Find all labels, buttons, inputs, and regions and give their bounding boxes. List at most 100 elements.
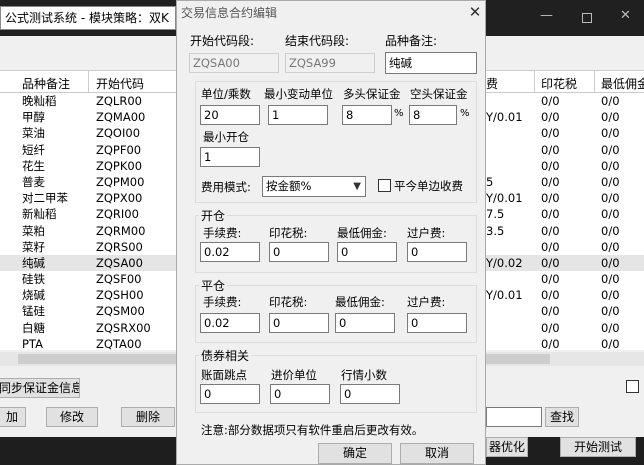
optimize-button[interactable]: 器优化 [486, 437, 528, 457]
scrollbar-thumb[interactable] [486, 354, 550, 364]
table-row[interactable]: 晚籼稻 ZQLR00 [0, 93, 176, 109]
cell-min-commission: 0/0 [601, 110, 620, 125]
min-tick-input[interactable]: 1 [268, 105, 328, 125]
cancel-button[interactable]: 取消 [400, 443, 474, 464]
close-fee-input[interactable]: 0.02 [200, 313, 260, 333]
search-button[interactable]: 查找 [545, 407, 579, 427]
close-icon[interactable]: ✕ [463, 1, 487, 23]
table-row[interactable]: PTA ZQTA00 [0, 336, 176, 352]
table-row[interactable]: 白糖 ZQSRX00 [0, 320, 176, 336]
table-row[interactable]: Y/0.01 0/0 0/0 [486, 287, 644, 303]
cell-stamp-tax: 0/0 [541, 191, 560, 206]
min-open-label: 最小开仓 [203, 130, 249, 144]
column-header-remark[interactable]: 品种备注 [22, 75, 70, 92]
table-row[interactable]: 烧碱 ZQSH00 [0, 287, 176, 303]
table-row[interactable]: 0/0 0/0 [486, 93, 644, 109]
open-stamp-input[interactable]: 0 [269, 242, 329, 262]
price-unit-label: 进价单位 [271, 368, 317, 382]
table-row[interactable]: 菜油 ZQOI00 [0, 125, 176, 141]
cell-stamp-tax: 0/0 [541, 304, 560, 319]
open-transfer-input[interactable]: 0 [407, 242, 467, 262]
delete-button[interactable]: 删除 [121, 407, 175, 427]
open-min-comm-input[interactable]: 0 [337, 242, 397, 262]
cell-min-commission: 0/0 [601, 320, 620, 335]
table-row[interactable]: 0/0 0/0 [486, 125, 644, 141]
column-header-min-commission[interactable]: 最低佣金 [601, 75, 644, 92]
cell-stamp-tax: 0/0 [541, 239, 560, 254]
table-row[interactable]: 0/0 0/0 [486, 303, 644, 319]
cell-stamp-tax: 0/0 [541, 174, 560, 189]
cell-stamp-tax: 0/0 [541, 126, 560, 141]
table-row[interactable]: Y/0.01 0/0 0/0 [486, 190, 644, 206]
table-row[interactable]: 花生 ZQPK00 [0, 158, 176, 174]
table-row[interactable]: 硅铁 ZQSF00 [0, 271, 176, 287]
table-row[interactable]: 0/0 0/0 [486, 336, 644, 352]
table-row[interactable]: 菜籽 ZQRS00 [0, 239, 176, 255]
table-row[interactable]: 普麦 ZQPM00 [0, 174, 176, 190]
open-fee-label: 手续费: [203, 226, 242, 240]
cell-stamp-tax: 0/0 [541, 336, 560, 351]
option-checkbox[interactable] [626, 380, 639, 393]
close-icon[interactable]: ✕ [620, 8, 631, 23]
start-test-button[interactable]: 开始测试 [560, 437, 636, 457]
unit-input[interactable]: 20 [200, 105, 260, 125]
column-header-fee[interactable]: 费 [486, 75, 498, 92]
chevron-down-icon: ▼ [353, 181, 361, 192]
table-row[interactable]: 新籼稻 ZQRI00 [0, 206, 176, 222]
cell-remark: 烧碱 [22, 288, 45, 303]
close-group-title: 平仓 [199, 277, 228, 294]
price-unit-input[interactable]: 0 [270, 384, 330, 404]
table-row[interactable]: 0/0 0/0 [486, 142, 644, 158]
tick-input[interactable]: 0 [200, 384, 260, 404]
edit-button[interactable]: 修改 [46, 407, 98, 427]
maximize-icon[interactable] [582, 13, 592, 23]
table-header: 费 印花税 最低佣金 [486, 71, 644, 93]
table-row[interactable]: 纯碱 ZQSA00 [0, 254, 176, 272]
open-fee-input[interactable]: 0.02 [200, 242, 260, 262]
contract-edit-dialog: 交易信息合约编辑 ✕ 开始代码段: ZQSA00 结束代码段: ZQSA99 品… [176, 0, 486, 465]
column-header-stamp-tax[interactable]: 印花税 [541, 75, 577, 92]
table-row[interactable]: 0/0 0/0 [486, 239, 644, 255]
scrollbar-thumb[interactable] [18, 354, 176, 364]
table-row[interactable]: 对二甲苯 ZQPX00 [0, 190, 176, 206]
table-row[interactable]: 0/0 0/0 [486, 320, 644, 336]
long-margin-input[interactable]: 8 [342, 105, 392, 125]
table-row[interactable]: 短纤 ZQPF00 [0, 142, 176, 158]
quote-decimals-input[interactable]: 0 [340, 384, 400, 404]
sync-margin-button[interactable]: 同步保证金信息 [0, 378, 80, 398]
short-margin-input[interactable]: 8 [409, 105, 457, 125]
fee-mode-select[interactable]: 按金额% ▼ [262, 176, 366, 197]
horizontal-scrollbar[interactable] [0, 352, 176, 366]
add-button[interactable]: 加 [0, 407, 26, 427]
table-row[interactable]: 甲醇 ZQMA00 [0, 109, 176, 125]
table-row[interactable]: 5 0/0 0/0 [486, 174, 644, 190]
table-row[interactable]: Y/0.01 0/0 0/0 [486, 109, 644, 125]
column-header-start-code[interactable]: 开始代码 [96, 75, 144, 92]
min-open-input[interactable]: 1 [200, 147, 260, 167]
table-row[interactable]: 0/0 0/0 [486, 271, 644, 287]
open-transfer-label: 过户费: [407, 226, 446, 240]
table-row[interactable]: Y/0.02 0/0 0/0 [486, 254, 644, 272]
table-row[interactable]: 锰硅 ZQSM00 [0, 303, 176, 319]
cell-remark: 晚籼稻 [22, 94, 57, 108]
fee-mode-value: 按金额% [266, 179, 312, 193]
cell-remark: 甲醇 [22, 110, 45, 125]
contract-table-right: 费 印花税 最低佣金 0/0 0/0 Y/0.01 0/0 0/0 0/0 0/0 0/0 0/… [486, 70, 644, 352]
close-today-checkbox[interactable] [378, 179, 391, 192]
close-stamp-input[interactable]: 0 [269, 313, 329, 333]
close-min-comm-label: 最低佣金: [335, 295, 385, 309]
cell-stamp-tax: 0/0 [541, 94, 560, 108]
cell-stamp-tax: 0/0 [541, 207, 560, 222]
minimize-icon[interactable]: — [540, 8, 553, 23]
close-transfer-input[interactable]: 0 [407, 313, 467, 333]
table-row[interactable]: 0/0 0/0 [486, 158, 644, 174]
close-min-comm-input[interactable]: 0 [335, 313, 395, 333]
cell-stamp-tax: 0/0 [541, 223, 560, 238]
table-row[interactable]: 7.5 0/0 0/0 [486, 206, 644, 222]
remark-input[interactable]: 纯碱 [385, 52, 477, 74]
horizontal-scrollbar[interactable] [486, 352, 644, 366]
table-row[interactable]: 3.5 0/0 0/0 [486, 223, 644, 239]
search-input[interactable] [486, 407, 542, 427]
ok-button[interactable]: 确定 [318, 443, 392, 464]
table-row[interactable]: 菜粕 ZQRM00 [0, 223, 176, 239]
